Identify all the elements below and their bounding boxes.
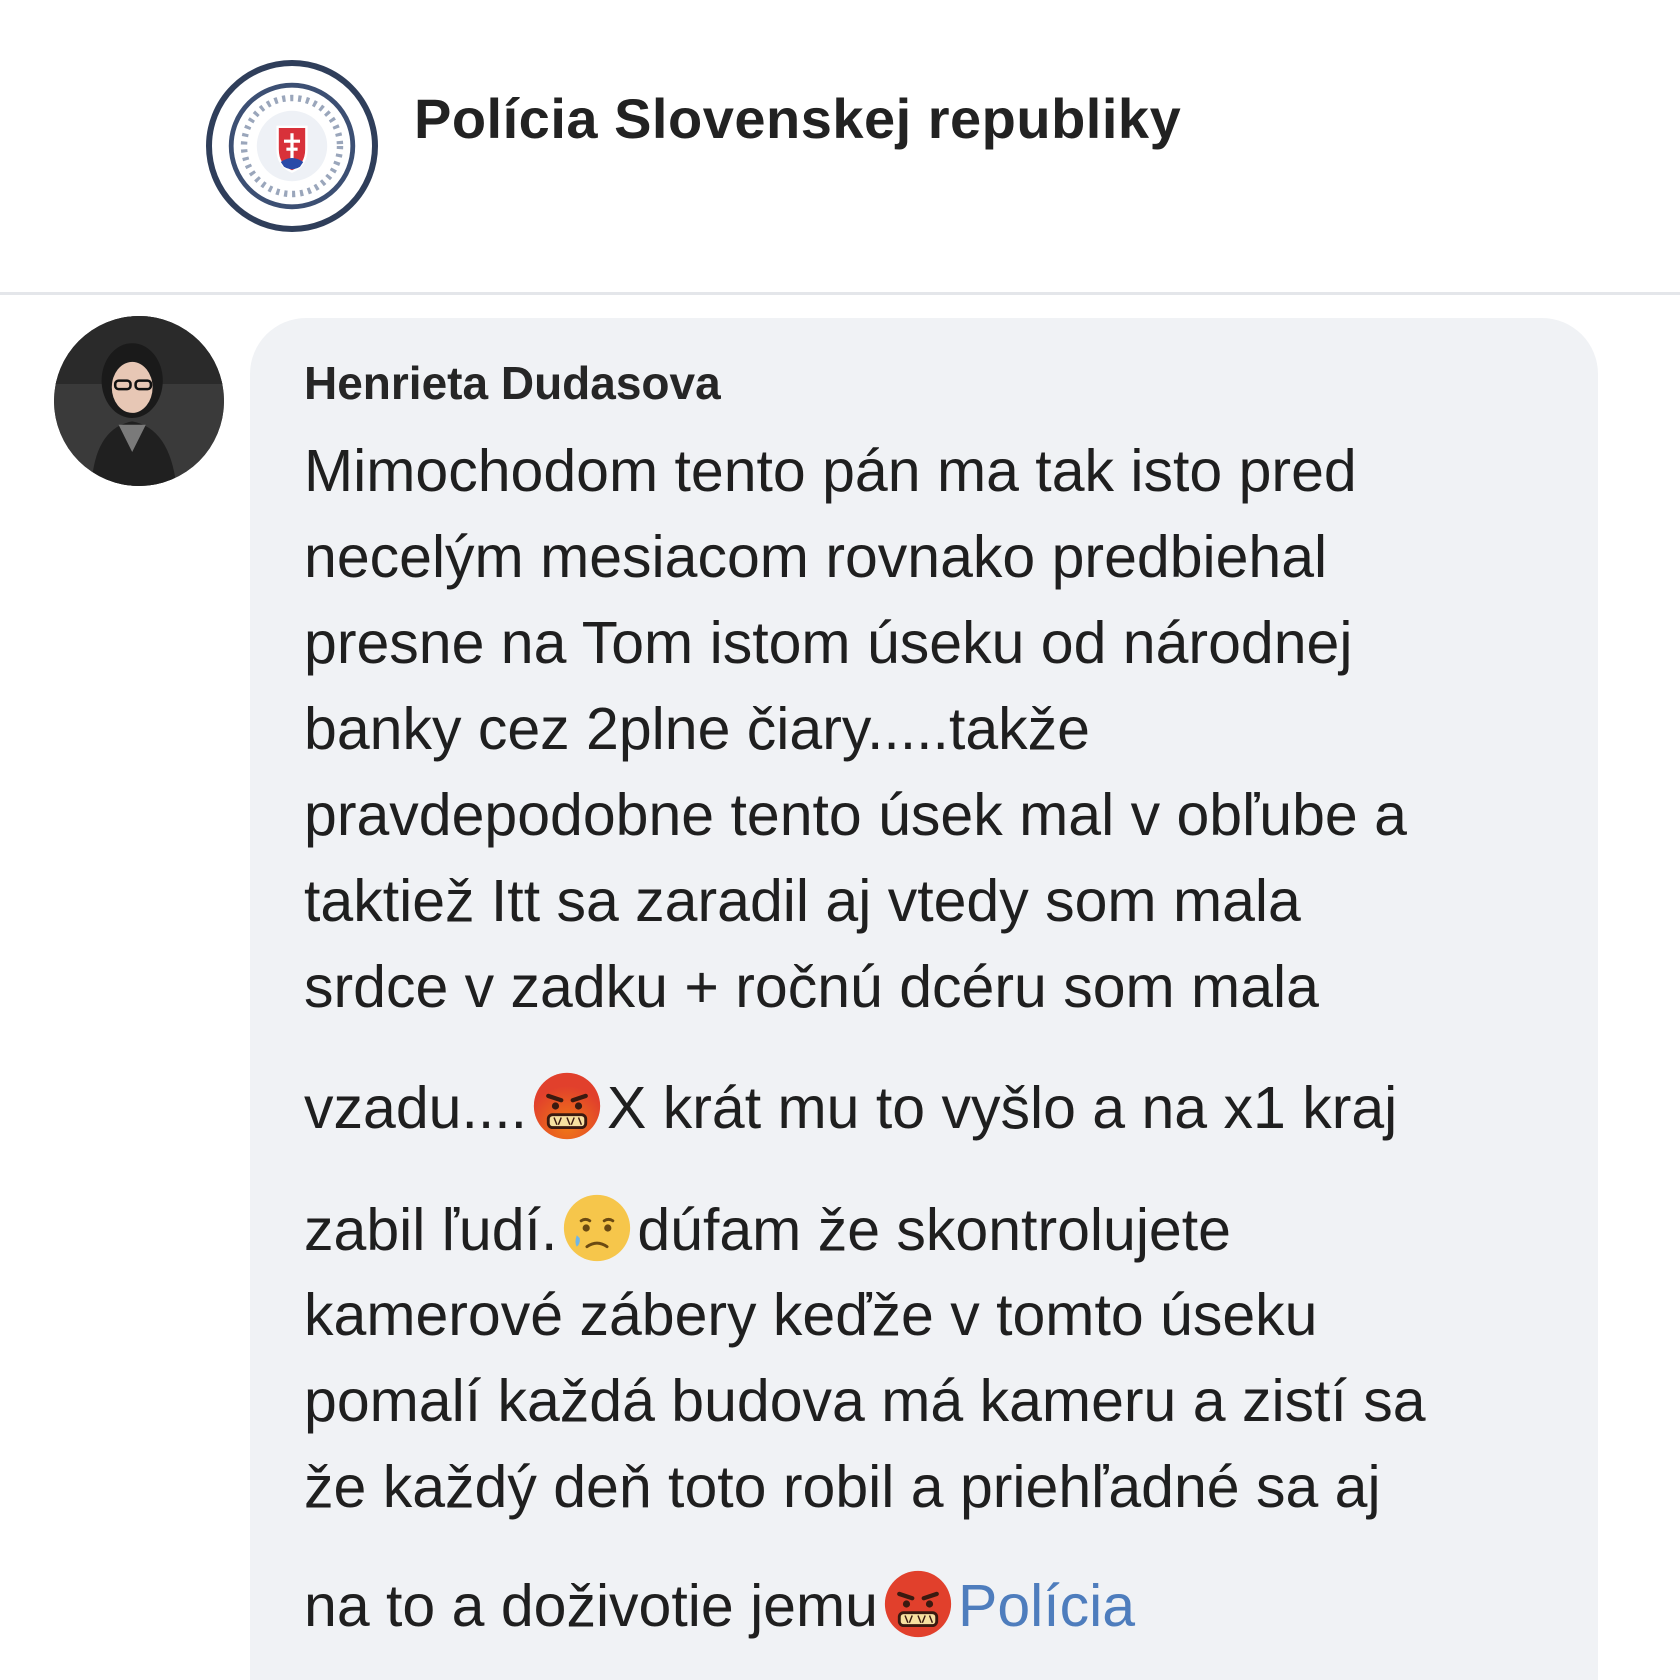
comment-line: kamerové zábery keďže v tomto úseku xyxy=(304,1282,1318,1348)
cursing-face-emoji xyxy=(882,1568,954,1640)
comment-line: srdce v zadku + ročnú dcéru som mala xyxy=(304,954,1319,1020)
divider xyxy=(0,292,1680,295)
comment-line: vzadu.... X krát mu to vyšlo a na x1 kra… xyxy=(304,1070,1397,1142)
mention-link[interactable]: Polícia xyxy=(958,1573,1135,1639)
comment-line: na to a doživotie jemu Polícia xyxy=(304,1568,1135,1640)
comment-text: zabil ľudí. xyxy=(304,1197,558,1263)
avatar[interactable] xyxy=(54,316,224,486)
comment-text: X krát mu to vyšlo a na x1 kraj xyxy=(607,1075,1398,1141)
facebook-comment-screenshot: Polícia Slovenskej republiky Henrieta Du… xyxy=(0,0,1680,1680)
comment-line: presne na Tom istom úseku od národnej xyxy=(304,610,1353,676)
page-header: Polícia Slovenskej republiky xyxy=(0,0,1680,292)
cursing-face-emoji xyxy=(531,1070,603,1142)
police-logo-avatar[interactable] xyxy=(206,60,378,232)
comment-line: pomalí každá budova má kameru a zistí sa xyxy=(304,1368,1426,1434)
comment-text: dúfam že skontrolujete xyxy=(637,1197,1231,1263)
comment-line: pravdepodobne tento úsek mal v obľube a xyxy=(304,782,1407,848)
comment-line: Mimochodom tento pán ma tak isto pred xyxy=(304,438,1357,504)
sad-tear-face-emoji xyxy=(561,1192,633,1264)
comment-text: na to a doživotie jemu xyxy=(304,1573,878,1639)
comment-line: banky cez 2plne čiary.....takže xyxy=(304,696,1090,762)
user-photo-icon xyxy=(54,316,224,486)
page-title[interactable]: Polícia Slovenskej republiky xyxy=(414,86,1181,151)
police-badge-icon xyxy=(218,72,366,220)
comment-line: že každý deň toto robil a priehľadné sa … xyxy=(304,1454,1381,1520)
comment-author[interactable]: Henrieta Dudasova xyxy=(304,356,721,410)
comment-line: taktiež Itt sa zaradil aj vtedy som mala xyxy=(304,868,1301,934)
comment-line: necelým mesiacom rovnako predbiehal xyxy=(304,524,1328,590)
comment-text: vzadu.... xyxy=(304,1075,528,1141)
comment-line: zabil ľudí. dúfam že skontrolujete xyxy=(304,1192,1231,1264)
